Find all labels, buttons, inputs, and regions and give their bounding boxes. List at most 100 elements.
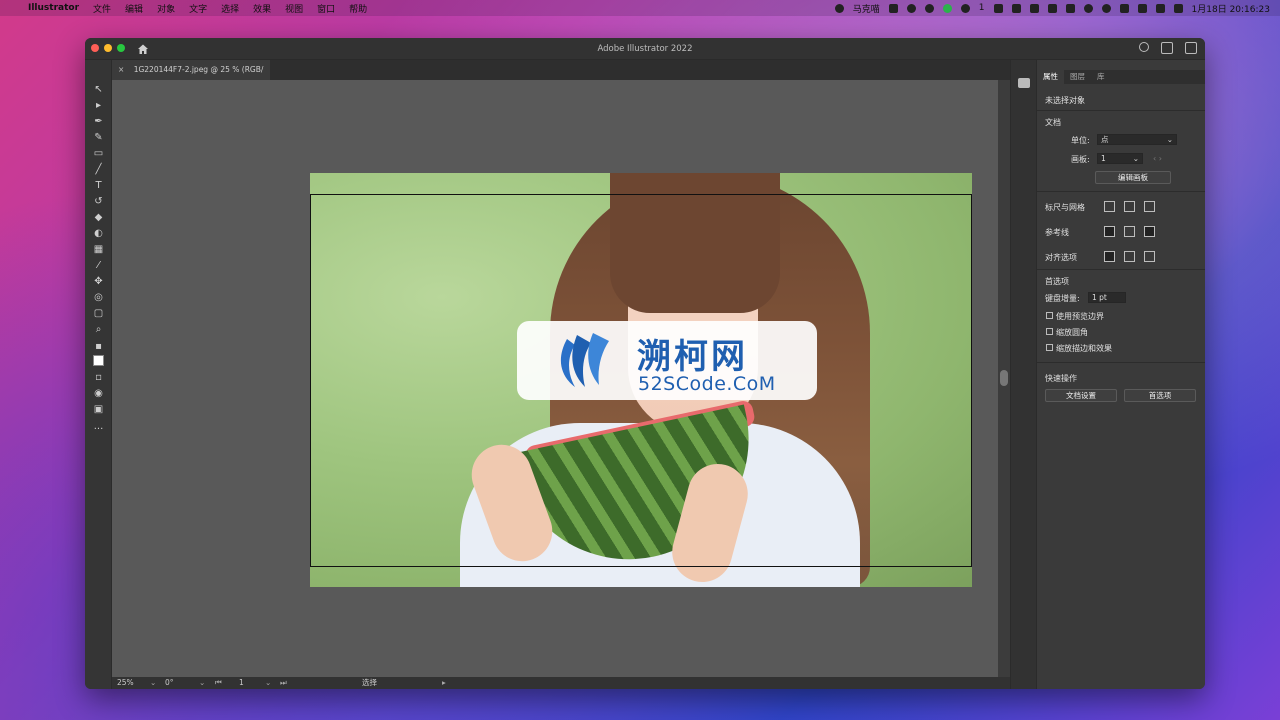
menu-edit[interactable]: 编辑 <box>125 2 143 15</box>
menu-file[interactable]: 文件 <box>93 2 111 15</box>
gradient-tool-icon[interactable]: ▦ <box>93 244 104 255</box>
artboard-select[interactable]: 1 ⌄ <box>1097 153 1143 164</box>
align-to-pixel-icon[interactable] <box>1104 251 1115 262</box>
align-to-artboard-icon[interactable] <box>1124 251 1135 262</box>
tab-layers[interactable]: 图层 <box>1064 70 1091 84</box>
wifi-icon[interactable] <box>1155 3 1165 13</box>
use-preview-bounds-checkbox[interactable] <box>1046 312 1053 319</box>
puppet-warp-tool-icon[interactable]: ✥ <box>93 276 104 287</box>
rotation-dropdown-icon[interactable]: ⌄ <box>199 677 205 689</box>
artboard-tool-icon[interactable]: ▢ <box>93 308 104 319</box>
status-bar: 25% ⌄ 0° ⌄ ⏮ 1 ⌄ ⏭ 选择 ▸ <box>112 677 1010 689</box>
next-track-icon[interactable] <box>1047 3 1057 13</box>
qq-penguin-icon[interactable] <box>834 3 844 13</box>
color-mode-icons[interactable]: ▫ <box>93 372 104 383</box>
width-tool-icon[interactable]: ◐ <box>93 228 104 239</box>
scale-strokes-checkbox[interactable] <box>1046 344 1053 351</box>
draw-mode-icon[interactable]: ◉ <box>93 388 104 399</box>
units-select[interactable]: 点 ⌄ <box>1097 134 1177 145</box>
lock-guides-icon[interactable] <box>1124 226 1135 237</box>
fill-color-swatch[interactable] <box>93 355 104 366</box>
show-guides-icon[interactable] <box>1104 226 1115 237</box>
tab-properties[interactable]: 属性 <box>1037 70 1064 84</box>
workspace-switcher-icon[interactable] <box>1161 42 1173 54</box>
menu-help[interactable]: 帮助 <box>349 2 367 15</box>
direct-selection-tool-icon[interactable]: ▸ <box>93 100 104 111</box>
pen-tool-icon[interactable]: ✒ <box>93 116 104 127</box>
screen-mode-icon[interactable]: ▣ <box>93 404 104 415</box>
shape-builder-tool-icon[interactable]: ◎ <box>93 292 104 303</box>
zoom-tool-icon[interactable]: ⌕ <box>93 324 104 335</box>
paintbrush-tool-icon[interactable]: ╱ <box>93 164 104 175</box>
search-icon[interactable] <box>1139 42 1149 52</box>
tab-libraries[interactable]: 库 <box>1091 70 1111 84</box>
menu-app-name[interactable]: Illustrator <box>28 3 79 13</box>
heart-icon[interactable] <box>1065 3 1075 13</box>
rotate-tool-icon[interactable]: ↺ <box>93 196 104 207</box>
more-tools-icon[interactable]: ··· <box>93 424 104 435</box>
menu-view[interactable]: 视图 <box>285 2 303 15</box>
wechat-icon[interactable] <box>960 3 970 13</box>
rulers-grids-label: 标尺与网格 <box>1045 203 1085 212</box>
type-tool-icon[interactable]: T <box>93 180 104 191</box>
artboard-prev-next-icon[interactable]: ‹ › <box>1153 154 1162 163</box>
align-to-selection-icon[interactable] <box>1144 251 1155 262</box>
scale-strokes-label: 缩放描边和效果 <box>1056 344 1112 353</box>
menu-select[interactable]: 选择 <box>221 2 239 15</box>
smart-guides-icon[interactable] <box>1144 226 1155 237</box>
first-artboard-icon[interactable]: ⏮ <box>215 677 222 689</box>
canvas-area[interactable]: 溯柯网 52SCode.CoM <box>112 80 998 677</box>
document-tab-bar: × 1G220144F7-2.jpeg @ 25 % (RGB/预览) <box>112 60 1010 94</box>
vertical-scrollbar[interactable] <box>998 80 1010 677</box>
scale-corners-label: 缩放圆角 <box>1056 328 1088 337</box>
vertical-scroll-thumb[interactable] <box>1000 370 1008 386</box>
artboard-number[interactable]: 1 <box>239 677 244 689</box>
control-center-icon[interactable] <box>1173 3 1183 13</box>
wifi-off-icon[interactable] <box>888 3 898 13</box>
default-colors-icon[interactable]: ▪ <box>93 341 104 352</box>
previous-track-icon[interactable] <box>1011 3 1021 13</box>
keyboard-increment-input[interactable]: 1 pt <box>1088 292 1126 303</box>
menu-type[interactable]: 文字 <box>189 2 207 15</box>
grid-app-icon[interactable] <box>1119 3 1129 13</box>
rotation-value[interactable]: 0° <box>165 677 174 689</box>
battery-icon[interactable] <box>1137 3 1147 13</box>
rectangle-tool-icon[interactable]: ▭ <box>93 148 104 159</box>
record-icon[interactable] <box>1101 3 1111 13</box>
quick-actions-title: 快速操作 <box>1045 374 1077 383</box>
preferences-section-title: 首选项 <box>1045 277 1069 286</box>
selection-tool-icon[interactable]: ↖ <box>93 84 104 95</box>
artboard-dropdown-icon[interactable]: ⌄ <box>265 677 271 689</box>
netease-music-icon[interactable] <box>1083 3 1093 13</box>
scale-corners-checkbox[interactable] <box>1046 328 1053 335</box>
zoom-dropdown-icon[interactable]: ⌄ <box>150 677 156 689</box>
compass-icon[interactable] <box>924 3 934 13</box>
rulers-icon[interactable] <box>1104 201 1115 212</box>
transparency-grid-icon[interactable] <box>1144 201 1155 212</box>
play-icon[interactable] <box>1029 3 1039 13</box>
close-tab-icon[interactable]: × <box>118 65 124 74</box>
eraser-tool-icon[interactable]: ◆ <box>93 212 104 223</box>
zoom-level[interactable]: 25% <box>117 677 134 689</box>
menu-object[interactable]: 对象 <box>157 2 175 15</box>
watermark-banner: 溯柯网 52SCode.CoM <box>517 321 817 400</box>
grid-icon[interactable] <box>1124 201 1135 212</box>
menubar-clock[interactable]: 1月18日 20:16:23 <box>1192 2 1270 15</box>
bluetooth-icon[interactable] <box>993 3 1003 13</box>
status-menu-icon[interactable]: ▸ <box>442 677 446 689</box>
cloud-icon[interactable] <box>906 3 916 13</box>
menu-window[interactable]: 窗口 <box>317 2 335 15</box>
comment-icon[interactable] <box>1018 78 1030 88</box>
menu-effect[interactable]: 效果 <box>253 2 271 15</box>
edit-artboards-button[interactable]: 编辑画板 <box>1095 171 1171 184</box>
curvature-tool-icon[interactable]: ✎ <box>93 132 104 143</box>
preferences-button[interactable]: 首选项 <box>1124 389 1196 402</box>
menubar-user[interactable]: 马克喵 <box>853 2 880 15</box>
eyedropper-tool-icon[interactable]: ⁄ <box>93 260 104 271</box>
last-artboard-icon[interactable]: ⏭ <box>280 677 287 689</box>
document-setup-button[interactable]: 文档设置 <box>1045 389 1117 402</box>
artboard-label: 画板: <box>1071 155 1090 164</box>
arrange-documents-icon[interactable] <box>1185 42 1197 54</box>
document-tab[interactable]: × 1G220144F7-2.jpeg @ 25 % (RGB/预览) <box>112 60 270 94</box>
chat-app-icon[interactable] <box>942 3 952 13</box>
